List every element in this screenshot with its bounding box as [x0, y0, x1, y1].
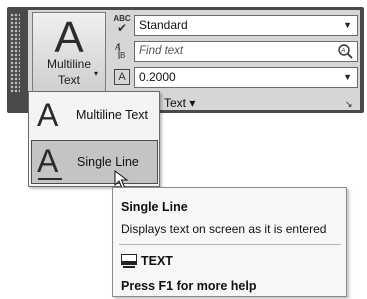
tooltip-divider — [119, 244, 341, 245]
text-style-value: Standard — [139, 18, 188, 32]
text-height-dropdown[interactable]: 0.2000 ▼ — [134, 67, 358, 88]
text-style-dropdown[interactable]: Standard ▼ — [134, 15, 358, 36]
text-height-icon: A — [112, 67, 132, 87]
find-text-placeholder: Find text — [139, 45, 184, 57]
menu-item-single-line[interactable]: A Single Line — [31, 140, 158, 184]
text-type-menu: A Multiline Text A Single Line — [28, 91, 160, 187]
multiline-text-button[interactable]: A Multiline Text — [32, 12, 106, 92]
svg-text:A: A — [340, 49, 345, 55]
menu-item-label: Single Line — [77, 155, 139, 169]
single-line-text-icon: A — [37, 142, 62, 180]
tooltip-help: Press F1 for more help — [121, 279, 257, 293]
command-line-icon — [121, 254, 137, 268]
chevron-down-icon[interactable]: ▾ — [94, 69, 98, 78]
text-panel-label[interactable]: Text ▾ — [164, 96, 195, 110]
find-text-icon: A B — [112, 41, 132, 61]
svg-text:B: B — [120, 51, 125, 60]
tooltip-description: Displays text on screen as it is entered — [121, 222, 327, 236]
tooltip-title: Single Line — [121, 200, 188, 214]
tooltip-command: TEXT — [141, 254, 173, 268]
find-text-input[interactable]: Find text A — [134, 41, 358, 62]
chevron-down-icon: ▼ — [343, 20, 352, 30]
chevron-down-icon: ▾ — [189, 96, 196, 110]
multiline-text-icon: A — [37, 97, 59, 133]
menu-item-multiline-text[interactable]: A Multiline Text — [31, 94, 158, 138]
search-icon[interactable]: A — [337, 43, 354, 60]
chevron-down-icon: ▼ — [343, 72, 352, 82]
dialog-launcher-icon[interactable]: ↘ — [345, 99, 353, 110]
panel-grip-handle[interactable] — [10, 13, 20, 93]
menu-item-label: Multiline Text — [76, 108, 149, 122]
abc-check-icon: ABC ✔ — [113, 14, 131, 35]
single-line-tooltip: Single Line Displays text on screen as i… — [112, 187, 347, 297]
text-height-value: 0.2000 — [139, 70, 176, 84]
text-a-icon: A — [54, 13, 84, 62]
